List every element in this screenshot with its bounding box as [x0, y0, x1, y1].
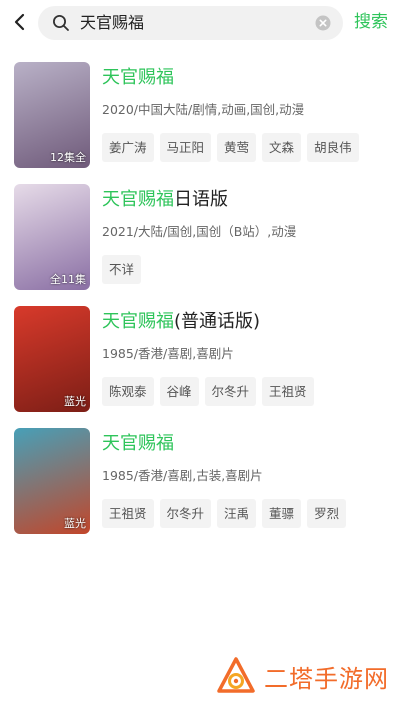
tag-list: 不详 — [102, 255, 142, 284]
search-input[interactable]: 天官赐福 — [38, 6, 343, 40]
item-meta: 1985/香港/喜剧,古装,喜剧片 — [102, 468, 263, 483]
tag-chip[interactable]: 不详 — [102, 255, 142, 284]
poster-image[interactable]: 蓝光 — [14, 428, 90, 534]
poster-badge: 蓝光 — [64, 517, 86, 530]
tag-chip[interactable]: 尔冬升 — [204, 377, 257, 406]
tag-chip[interactable]: 董骠 — [262, 499, 302, 528]
item-title[interactable]: 天官赐福 — [102, 431, 174, 457]
tag-chip[interactable]: 罗烈 — [307, 499, 347, 528]
title-rest: (普通话版) — [174, 311, 261, 332]
tag-chip[interactable]: 胡良伟 — [307, 133, 359, 162]
poster-badge: 蓝光 — [64, 395, 86, 408]
poster-badge: 全11集 — [50, 273, 86, 286]
item-meta: 1985/香港/喜剧,喜剧片 — [102, 346, 234, 361]
tag-chip[interactable]: 陈观泰 — [102, 377, 154, 406]
tag-chip[interactable]: 谷峰 — [159, 377, 199, 406]
tag-chip[interactable]: 汪禹 — [217, 499, 257, 528]
top-bar: 天官赐福 搜索 — [0, 0, 403, 46]
search-button[interactable]: 搜索 — [354, 10, 388, 34]
tag-chip[interactable]: 姜广涛 — [102, 133, 154, 162]
tag-chip[interactable]: 文森 — [262, 133, 302, 162]
title-highlight: 天官赐福 — [102, 433, 174, 454]
search-icon — [53, 15, 69, 31]
list-item[interactable]: 12集全 天官赐福 2020/中国大陆/剧情,动画,国创,动漫 姜广涛 马正阳 … — [0, 62, 403, 184]
tag-chip[interactable]: 王祖贤 — [102, 499, 154, 528]
title-highlight: 天官赐福 — [102, 311, 174, 332]
poster-image[interactable]: 12集全 — [14, 62, 90, 168]
list-item[interactable]: 蓝光 天官赐福(普通话版) 1985/香港/喜剧,喜剧片 陈观泰 谷峰 尔冬升 … — [0, 306, 403, 428]
result-list: 12集全 天官赐福 2020/中国大陆/剧情,动画,国创,动漫 姜广涛 马正阳 … — [0, 62, 403, 550]
poster-image[interactable]: 全11集 — [14, 184, 90, 290]
watermark: 二塔手游网 — [216, 655, 396, 697]
tag-chip[interactable]: 马正阳 — [159, 133, 212, 162]
tag-list: 姜广涛 马正阳 黄莺 文森 胡良伟 — [102, 133, 359, 162]
tag-list: 陈观泰 谷峰 尔冬升 王祖贤 — [102, 377, 314, 406]
poster-badge: 12集全 — [50, 151, 86, 164]
item-meta: 2020/中国大陆/剧情,动画,国创,动漫 — [102, 102, 305, 117]
tag-chip[interactable]: 黄莺 — [217, 133, 257, 162]
clear-icon[interactable] — [315, 15, 331, 31]
watermark-logo-icon — [217, 657, 255, 693]
tag-chip[interactable]: 尔冬升 — [159, 499, 212, 528]
title-rest: 日语版 — [174, 189, 228, 210]
item-title[interactable]: 天官赐福(普通话版) — [102, 309, 260, 335]
poster-image[interactable]: 蓝光 — [14, 306, 90, 412]
item-meta: 2021/大陆/国创,国创（B站）,动漫 — [102, 224, 297, 239]
title-highlight: 天官赐福 — [102, 189, 174, 210]
title-highlight: 天官赐福 — [102, 67, 174, 88]
chevron-left-icon — [14, 13, 25, 31]
tag-list: 王祖贤 尔冬升 汪禹 董骠 罗烈 — [102, 499, 347, 528]
search-query-text: 天官赐福 — [80, 13, 145, 32]
list-item[interactable]: 全11集 天官赐福日语版 2021/大陆/国创,国创（B站）,动漫 不详 — [0, 184, 403, 306]
list-item[interactable]: 蓝光 天官赐福 1985/香港/喜剧,古装,喜剧片 王祖贤 尔冬升 汪禹 董骠 … — [0, 428, 403, 550]
item-title[interactable]: 天官赐福 — [102, 65, 174, 91]
tag-chip[interactable]: 王祖贤 — [262, 377, 314, 406]
watermark-text: 二塔手游网 — [264, 664, 389, 693]
item-title[interactable]: 天官赐福日语版 — [102, 187, 228, 213]
back-button[interactable] — [8, 10, 32, 34]
